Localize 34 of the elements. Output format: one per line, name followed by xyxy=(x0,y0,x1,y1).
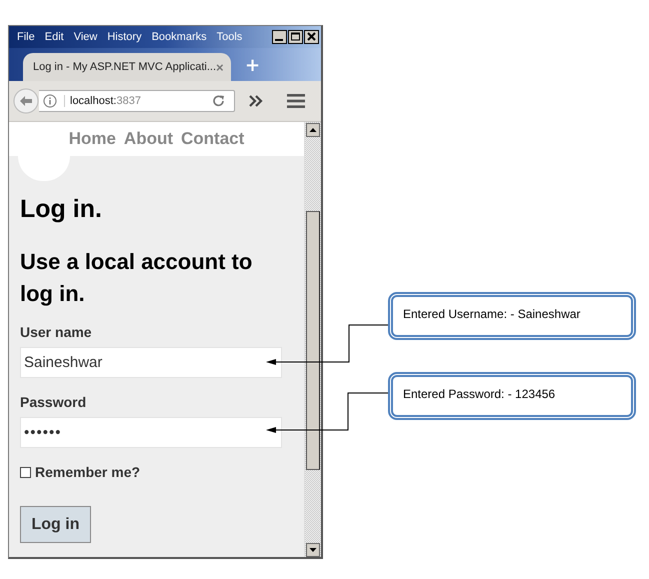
nav-link[interactable]: Contact xyxy=(181,129,244,149)
browser-tab[interactable]: Log in - My ASP.NET MVC Applicati...× xyxy=(23,53,231,81)
nav-link[interactable]: About xyxy=(124,129,174,149)
menu-icon[interactable] xyxy=(287,94,305,108)
menu-item[interactable]: Tools xyxy=(216,31,242,43)
menu-item[interactable]: View xyxy=(74,31,98,43)
menu-item[interactable]: History xyxy=(107,31,142,43)
page-subtitle: Use a local account to log in. xyxy=(20,248,254,308)
menu-item[interactable]: File xyxy=(17,31,35,43)
maximize-icon[interactable] xyxy=(288,30,303,44)
input-field[interactable]: Saineshwar xyxy=(20,347,282,378)
checkbox[interactable] xyxy=(20,466,31,478)
scroll-down-icon[interactable] xyxy=(306,543,320,557)
input-field[interactable]: •••••• xyxy=(20,417,282,448)
reload-icon[interactable] xyxy=(212,94,226,108)
info-icon[interactable] xyxy=(43,94,57,108)
callout-text: Entered Username: - Saineshwar xyxy=(403,307,580,321)
nav-link[interactable]: Home xyxy=(68,129,116,149)
menu-item[interactable]: Edit xyxy=(44,31,64,43)
url-text: localhost:3837 xyxy=(64,95,141,107)
login-button[interactable]: Log in xyxy=(20,506,91,543)
scroll-up-icon[interactable] xyxy=(306,123,320,137)
field-label: User name xyxy=(20,324,92,340)
overflow-chevron-icon[interactable] xyxy=(249,95,263,107)
minimize-icon[interactable] xyxy=(272,30,287,44)
scroll-thumb[interactable] xyxy=(306,211,320,470)
page-title: Log in. xyxy=(20,194,102,224)
checkbox-label: Remember me? xyxy=(35,464,140,480)
scrollbar[interactable] xyxy=(304,122,321,557)
field-label: Password xyxy=(20,394,86,410)
close-icon[interactable] xyxy=(304,30,319,44)
menu-item[interactable]: Bookmarks xyxy=(152,31,207,43)
address-bar[interactable]: localhost:3837 xyxy=(39,90,235,112)
callout-text: Entered Password: - 123456 xyxy=(403,387,556,401)
